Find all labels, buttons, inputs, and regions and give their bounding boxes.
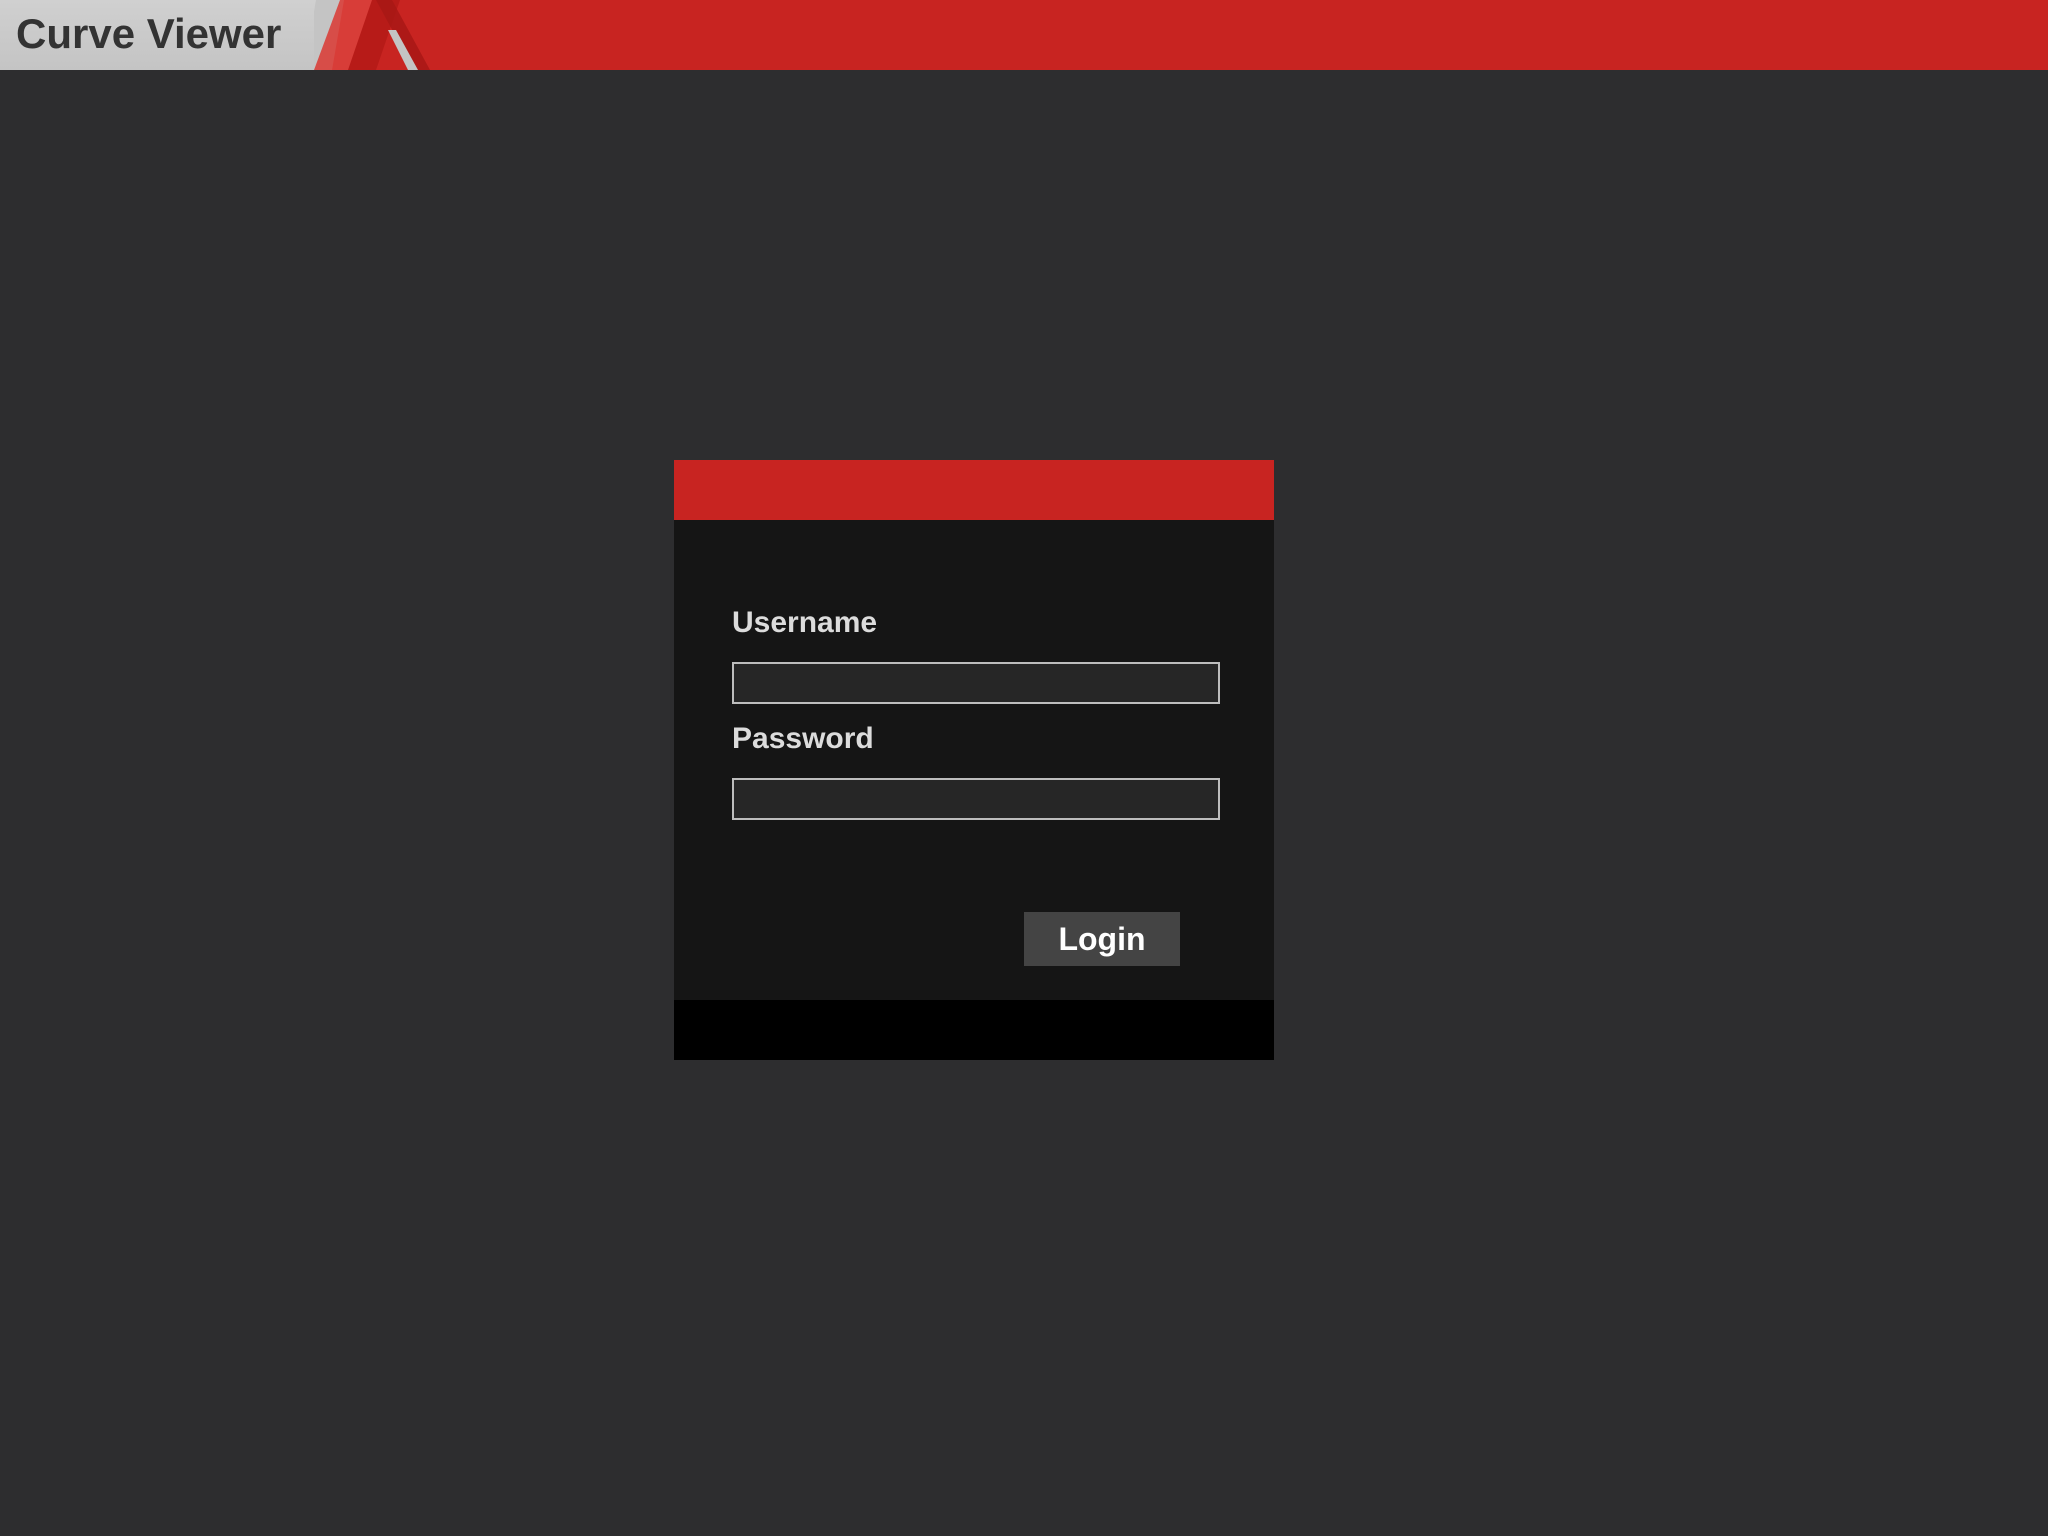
username-input[interactable] [732,662,1220,704]
password-input[interactable] [732,778,1220,820]
username-label: Username [732,606,878,639]
title-area: Curve Viewer [0,0,316,70]
dialog-header [674,460,1274,520]
app-title: Curve Viewer [16,10,282,57]
login-dialog: Username Password Login [674,460,1274,1060]
top-bar: Curve Viewer [0,0,2048,70]
dialog-footer [674,1000,1274,1060]
stripes-logo-icon [314,0,430,70]
password-label: Password [732,722,874,755]
login-button[interactable]: Login [1024,912,1180,966]
